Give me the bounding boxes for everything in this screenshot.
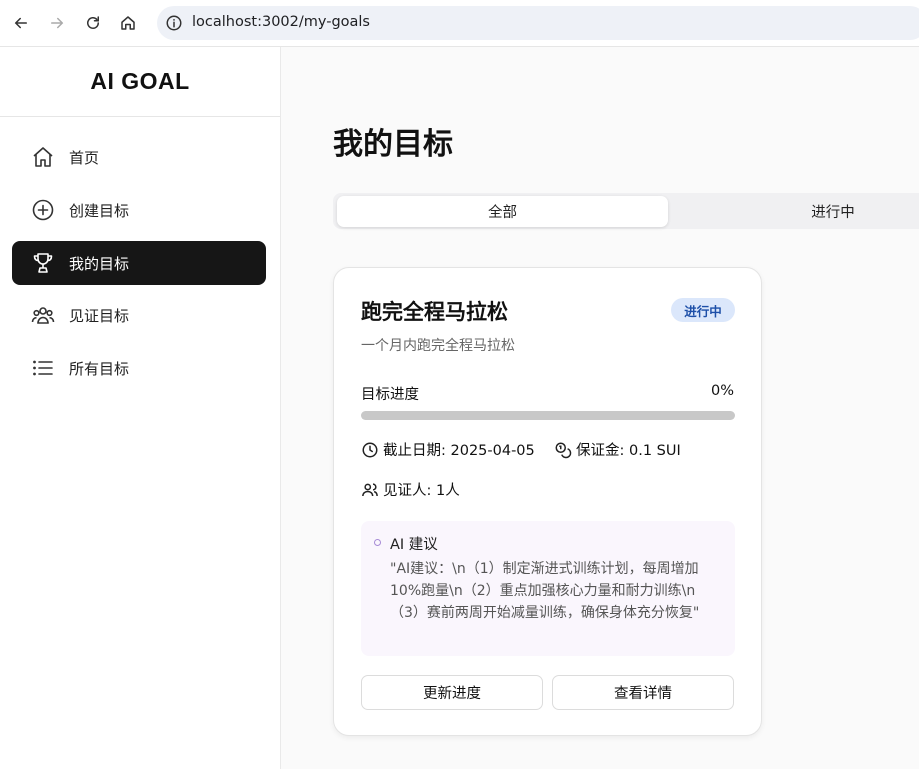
reload-icon[interactable] bbox=[80, 10, 106, 36]
list-icon bbox=[30, 355, 56, 381]
plus-circle-icon bbox=[30, 197, 56, 223]
sidebar-item-label: 首页 bbox=[69, 148, 100, 167]
sidebar-item-label: 所有目标 bbox=[69, 359, 130, 378]
status-badge: 进行中 bbox=[671, 298, 735, 322]
progress-bar bbox=[361, 411, 735, 420]
filter-tabs: 全部 进行中 bbox=[333, 193, 919, 229]
address-bar[interactable]: localhost:3002/my-goals bbox=[157, 6, 919, 40]
site-info-icon[interactable] bbox=[165, 14, 183, 32]
witness-text: 见证人: 1人 bbox=[383, 483, 460, 499]
witness-info: 见证人: 1人 bbox=[361, 479, 460, 500]
clock-icon bbox=[362, 442, 378, 457]
url-text: localhost:3002/my-goals bbox=[192, 14, 370, 30]
ai-suggestion-text: "AI建议：\n（1）制定渐进式训练计划，每周增加10%跑量\n（2）重点加强核… bbox=[390, 561, 700, 621]
update-progress-button[interactable]: 更新进度 bbox=[361, 675, 543, 710]
deadline-text: 截止日期: 2025-04-05 bbox=[383, 443, 535, 459]
tab-in-progress[interactable]: 进行中 bbox=[668, 196, 919, 227]
ai-suggestion-title: AI 建议 bbox=[390, 537, 438, 553]
deposit-text: 保证金: 0.1 SUI bbox=[576, 443, 681, 459]
deadline-info: 截止日期: 2025-04-05 bbox=[361, 439, 535, 460]
back-arrow-icon[interactable] bbox=[8, 10, 34, 36]
home-icon[interactable] bbox=[115, 10, 141, 36]
sidebar-item-label: 创建目标 bbox=[69, 201, 130, 220]
brand-logo[interactable]: AI GOAL bbox=[0, 47, 280, 117]
home-icon bbox=[30, 144, 56, 170]
coins-icon bbox=[555, 442, 572, 458]
sidebar-item-home[interactable]: 首页 bbox=[12, 135, 266, 179]
ai-dot-icon bbox=[374, 539, 381, 546]
users-icon bbox=[362, 482, 378, 496]
sidebar-item-label: 我的目标 bbox=[69, 254, 130, 273]
sidebar-item-witness-goals[interactable]: 见证目标 bbox=[12, 293, 266, 337]
ai-suggestion-box: AI 建议 "AI建议：\n（1）制定渐进式训练计划，每周增加10%跑量\n（2… bbox=[361, 521, 735, 656]
goal-description: 一个月内跑完全程马拉松 bbox=[361, 338, 515, 354]
sidebar-item-create-goal[interactable]: 创建目标 bbox=[12, 188, 266, 232]
tab-all[interactable]: 全部 bbox=[337, 196, 668, 227]
sidebar-item-all-goals[interactable]: 所有目标 bbox=[12, 346, 266, 390]
browser-toolbar: localhost:3002/my-goals bbox=[0, 0, 919, 47]
goal-card: 跑完全程马拉松 进行中 一个月内跑完全程马拉松 目标进度 0% 截止日期: 20… bbox=[333, 267, 762, 736]
sidebar-item-my-goals[interactable]: 我的目标 bbox=[12, 241, 266, 285]
forward-arrow-icon[interactable] bbox=[44, 10, 70, 36]
goal-title: 跑完全程马拉松 bbox=[361, 300, 508, 324]
main-content: 我的目标 全部 进行中 跑完全程马拉松 进行中 一个月内跑完全程马拉松 目标进度… bbox=[281, 47, 919, 769]
progress-value: 0% bbox=[710, 383, 734, 399]
users-icon bbox=[30, 302, 56, 328]
trophy-icon bbox=[30, 250, 56, 276]
deposit-info: 保证金: 0.1 SUI bbox=[554, 439, 681, 460]
view-details-button[interactable]: 查看详情 bbox=[552, 675, 734, 710]
progress-label: 目标进度 bbox=[361, 387, 419, 403]
sidebar: AI GOAL 首页 创建目标 我的目标 见证目标 所有目标 bbox=[0, 47, 281, 769]
page-title: 我的目标 bbox=[333, 127, 453, 162]
sidebar-item-label: 见证目标 bbox=[69, 306, 130, 325]
